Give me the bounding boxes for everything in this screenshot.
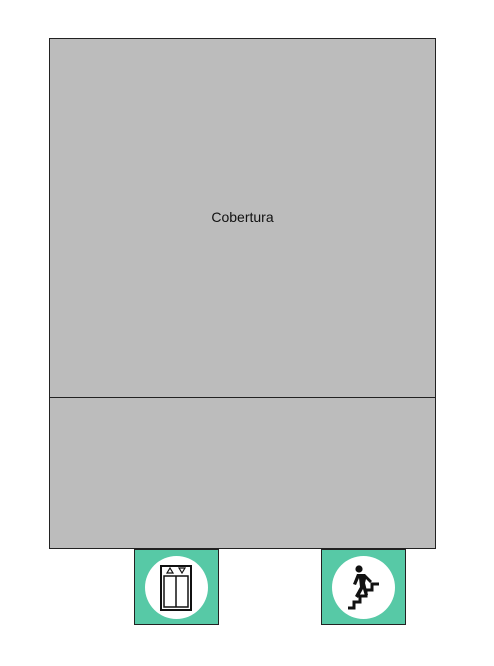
elevator-sign-circle: [145, 556, 208, 619]
lower-area[interactable]: [49, 397, 436, 549]
stairs-icon: [348, 565, 379, 610]
elevator-sign[interactable]: [134, 549, 219, 625]
elevator-icon: [160, 565, 192, 611]
roof-area[interactable]: Cobertura: [49, 38, 436, 398]
floor-plan: Cobertura: [0, 0, 494, 666]
stairs-sign[interactable]: [321, 549, 406, 625]
roof-label: Cobertura: [211, 209, 274, 225]
stairs-sign-circle: [332, 556, 395, 619]
